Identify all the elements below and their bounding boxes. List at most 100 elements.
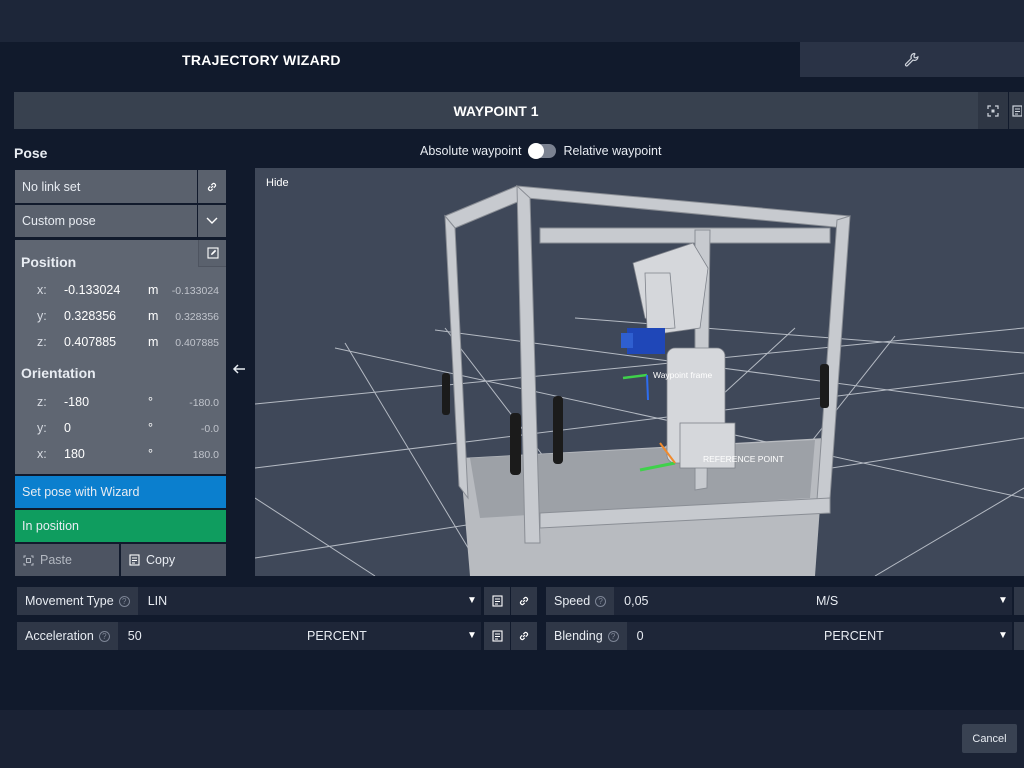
- wrench-icon: [904, 52, 920, 68]
- position-y-value[interactable]: 0.328356: [64, 309, 116, 323]
- movement-type-link-button[interactable]: [511, 587, 537, 615]
- position-x-actual: -0.133024: [171, 285, 219, 297]
- notes-button[interactable]: [1009, 92, 1024, 129]
- axis-label: y:: [37, 421, 47, 435]
- wizard-title: TRAJECTORY WIZARD: [182, 52, 341, 68]
- pose-type-value: Custom pose: [22, 214, 96, 228]
- dropdown-arrow-icon[interactable]: ▼: [998, 595, 1008, 606]
- acceleration-unit[interactable]: PERCENT: [307, 629, 367, 643]
- paste-label: Paste: [40, 553, 72, 567]
- back-arrow-icon[interactable]: [232, 362, 246, 376]
- link-label: No link set: [22, 179, 81, 194]
- link-selector[interactable]: No link set: [15, 170, 197, 203]
- unit-label: °: [148, 395, 153, 409]
- orientation-x-row: x: 180 ° 180.0: [15, 444, 226, 464]
- position-x-value[interactable]: -0.133024: [64, 283, 120, 297]
- acceleration-value[interactable]: 50: [128, 629, 142, 643]
- top-strip: [0, 0, 1024, 42]
- pose-label: Pose: [14, 145, 48, 161]
- axis-label: x:: [37, 447, 47, 461]
- pose-type-expand-button[interactable]: [198, 205, 226, 237]
- movement-type-label: Movement Type: [25, 594, 114, 608]
- acceleration-link-button[interactable]: [511, 622, 537, 650]
- help-icon[interactable]: ?: [607, 630, 619, 642]
- speed-notes-button[interactable]: [1014, 587, 1024, 615]
- help-icon[interactable]: ?: [98, 630, 110, 642]
- position-heading: Position: [21, 254, 77, 270]
- chevron-down-icon: [205, 216, 219, 226]
- link-icon: [519, 631, 529, 641]
- waypoint-mode-switch[interactable]: [528, 143, 557, 159]
- blending-unit[interactable]: PERCENT: [824, 629, 884, 643]
- edit-pose-button[interactable]: [198, 240, 226, 267]
- dropdown-arrow-icon[interactable]: ▼: [998, 630, 1008, 641]
- acceleration-field: Acceleration ? 50 PERCENT ▼: [17, 622, 481, 650]
- position-y-row: y: 0.328356 m 0.328356: [15, 306, 226, 326]
- set-pose-wizard-button[interactable]: Set pose with Wizard: [15, 476, 226, 508]
- orientation-y-value[interactable]: 0: [64, 421, 71, 435]
- link-button[interactable]: [198, 170, 226, 203]
- fit-view-button[interactable]: [978, 92, 1008, 129]
- blending-label: Blending: [554, 629, 603, 643]
- orientation-z-row: z: -180 ° -180.0: [15, 392, 226, 412]
- position-y-actual: 0.328356: [175, 311, 219, 323]
- waypoint-frame-label: Waypoint frame: [653, 370, 712, 380]
- blending-notes-button[interactable]: [1014, 622, 1024, 650]
- waypoint-title: WAYPOINT 1: [453, 102, 539, 119]
- relative-waypoint-label: Relative waypoint: [563, 144, 662, 158]
- pose-values-panel: Position x: -0.133024 m -0.133024 y: 0.3…: [15, 240, 226, 474]
- blending-field: Blending ? 0 PERCENT ▼: [546, 622, 1012, 650]
- link-icon: [206, 181, 218, 193]
- orientation-z-actual: -180.0: [189, 397, 219, 409]
- unit-label: m: [148, 309, 159, 323]
- orientation-heading: Orientation: [21, 365, 96, 381]
- blending-value[interactable]: 0: [637, 629, 644, 643]
- orientation-y-actual: -0.0: [200, 423, 219, 435]
- copy-icon: [129, 554, 140, 566]
- help-icon[interactable]: ?: [118, 595, 130, 607]
- speed-label: Speed: [554, 594, 591, 608]
- speed-label-box: Speed ?: [546, 587, 615, 615]
- orientation-x-value[interactable]: 180: [64, 447, 85, 461]
- pose-type-dropdown[interactable]: Custom pose: [15, 205, 197, 237]
- robot-scene: Waypoint frame REFERENCE POINT: [255, 184, 1024, 576]
- 3d-viewport[interactable]: Waypoint frame REFERENCE POINT: [255, 168, 1024, 576]
- orientation-z-value[interactable]: -180: [64, 395, 89, 409]
- waypoint-title-bar: WAYPOINT 1: [14, 92, 978, 129]
- hide-viewport-button[interactable]: Hide: [266, 177, 289, 189]
- unit-label: °: [148, 447, 153, 461]
- movement-type-label-box: Movement Type ?: [17, 587, 138, 615]
- notes-icon: [1011, 104, 1022, 117]
- speed-field: Speed ? 0,05 M/S ▼: [546, 587, 1012, 615]
- movement-type-value[interactable]: LIN: [148, 594, 167, 608]
- orientation-x-actual: 180.0: [192, 449, 219, 461]
- position-z-value[interactable]: 0.407885: [64, 335, 116, 349]
- paste-icon: [23, 555, 34, 566]
- axis-label: z:: [37, 395, 47, 409]
- speed-value[interactable]: 0,05: [624, 594, 648, 608]
- edit-icon: [206, 247, 219, 259]
- waypoint-frame-axes: [622, 373, 649, 401]
- axis-label: z:: [37, 335, 47, 349]
- position-x-row: x: -0.133024 m -0.133024: [15, 280, 226, 300]
- speed-unit[interactable]: M/S: [816, 594, 838, 608]
- dropdown-arrow-icon[interactable]: ▼: [467, 595, 477, 606]
- link-icon: [519, 596, 529, 606]
- paste-button[interactable]: Paste: [15, 544, 119, 576]
- unit-label: °: [148, 421, 153, 435]
- copy-button[interactable]: Copy: [121, 544, 226, 576]
- position-z-actual: 0.407885: [175, 337, 219, 349]
- help-icon[interactable]: ?: [595, 595, 607, 607]
- fit-view-icon: [987, 104, 999, 117]
- acceleration-label: Acceleration: [25, 629, 94, 643]
- unit-label: m: [148, 283, 159, 297]
- axis-label: y:: [37, 309, 47, 323]
- movement-type-notes-button[interactable]: [484, 587, 510, 615]
- dropdown-arrow-icon[interactable]: ▼: [467, 630, 477, 641]
- cancel-button[interactable]: Cancel: [962, 724, 1017, 753]
- tools-button[interactable]: [800, 42, 1024, 77]
- in-position-button[interactable]: In position: [15, 510, 226, 542]
- waypoint-mode-toggle-row: Absolute waypoint Relative waypoint: [420, 143, 662, 159]
- acceleration-notes-button[interactable]: [484, 622, 510, 650]
- blending-label-box: Blending ?: [546, 622, 627, 650]
